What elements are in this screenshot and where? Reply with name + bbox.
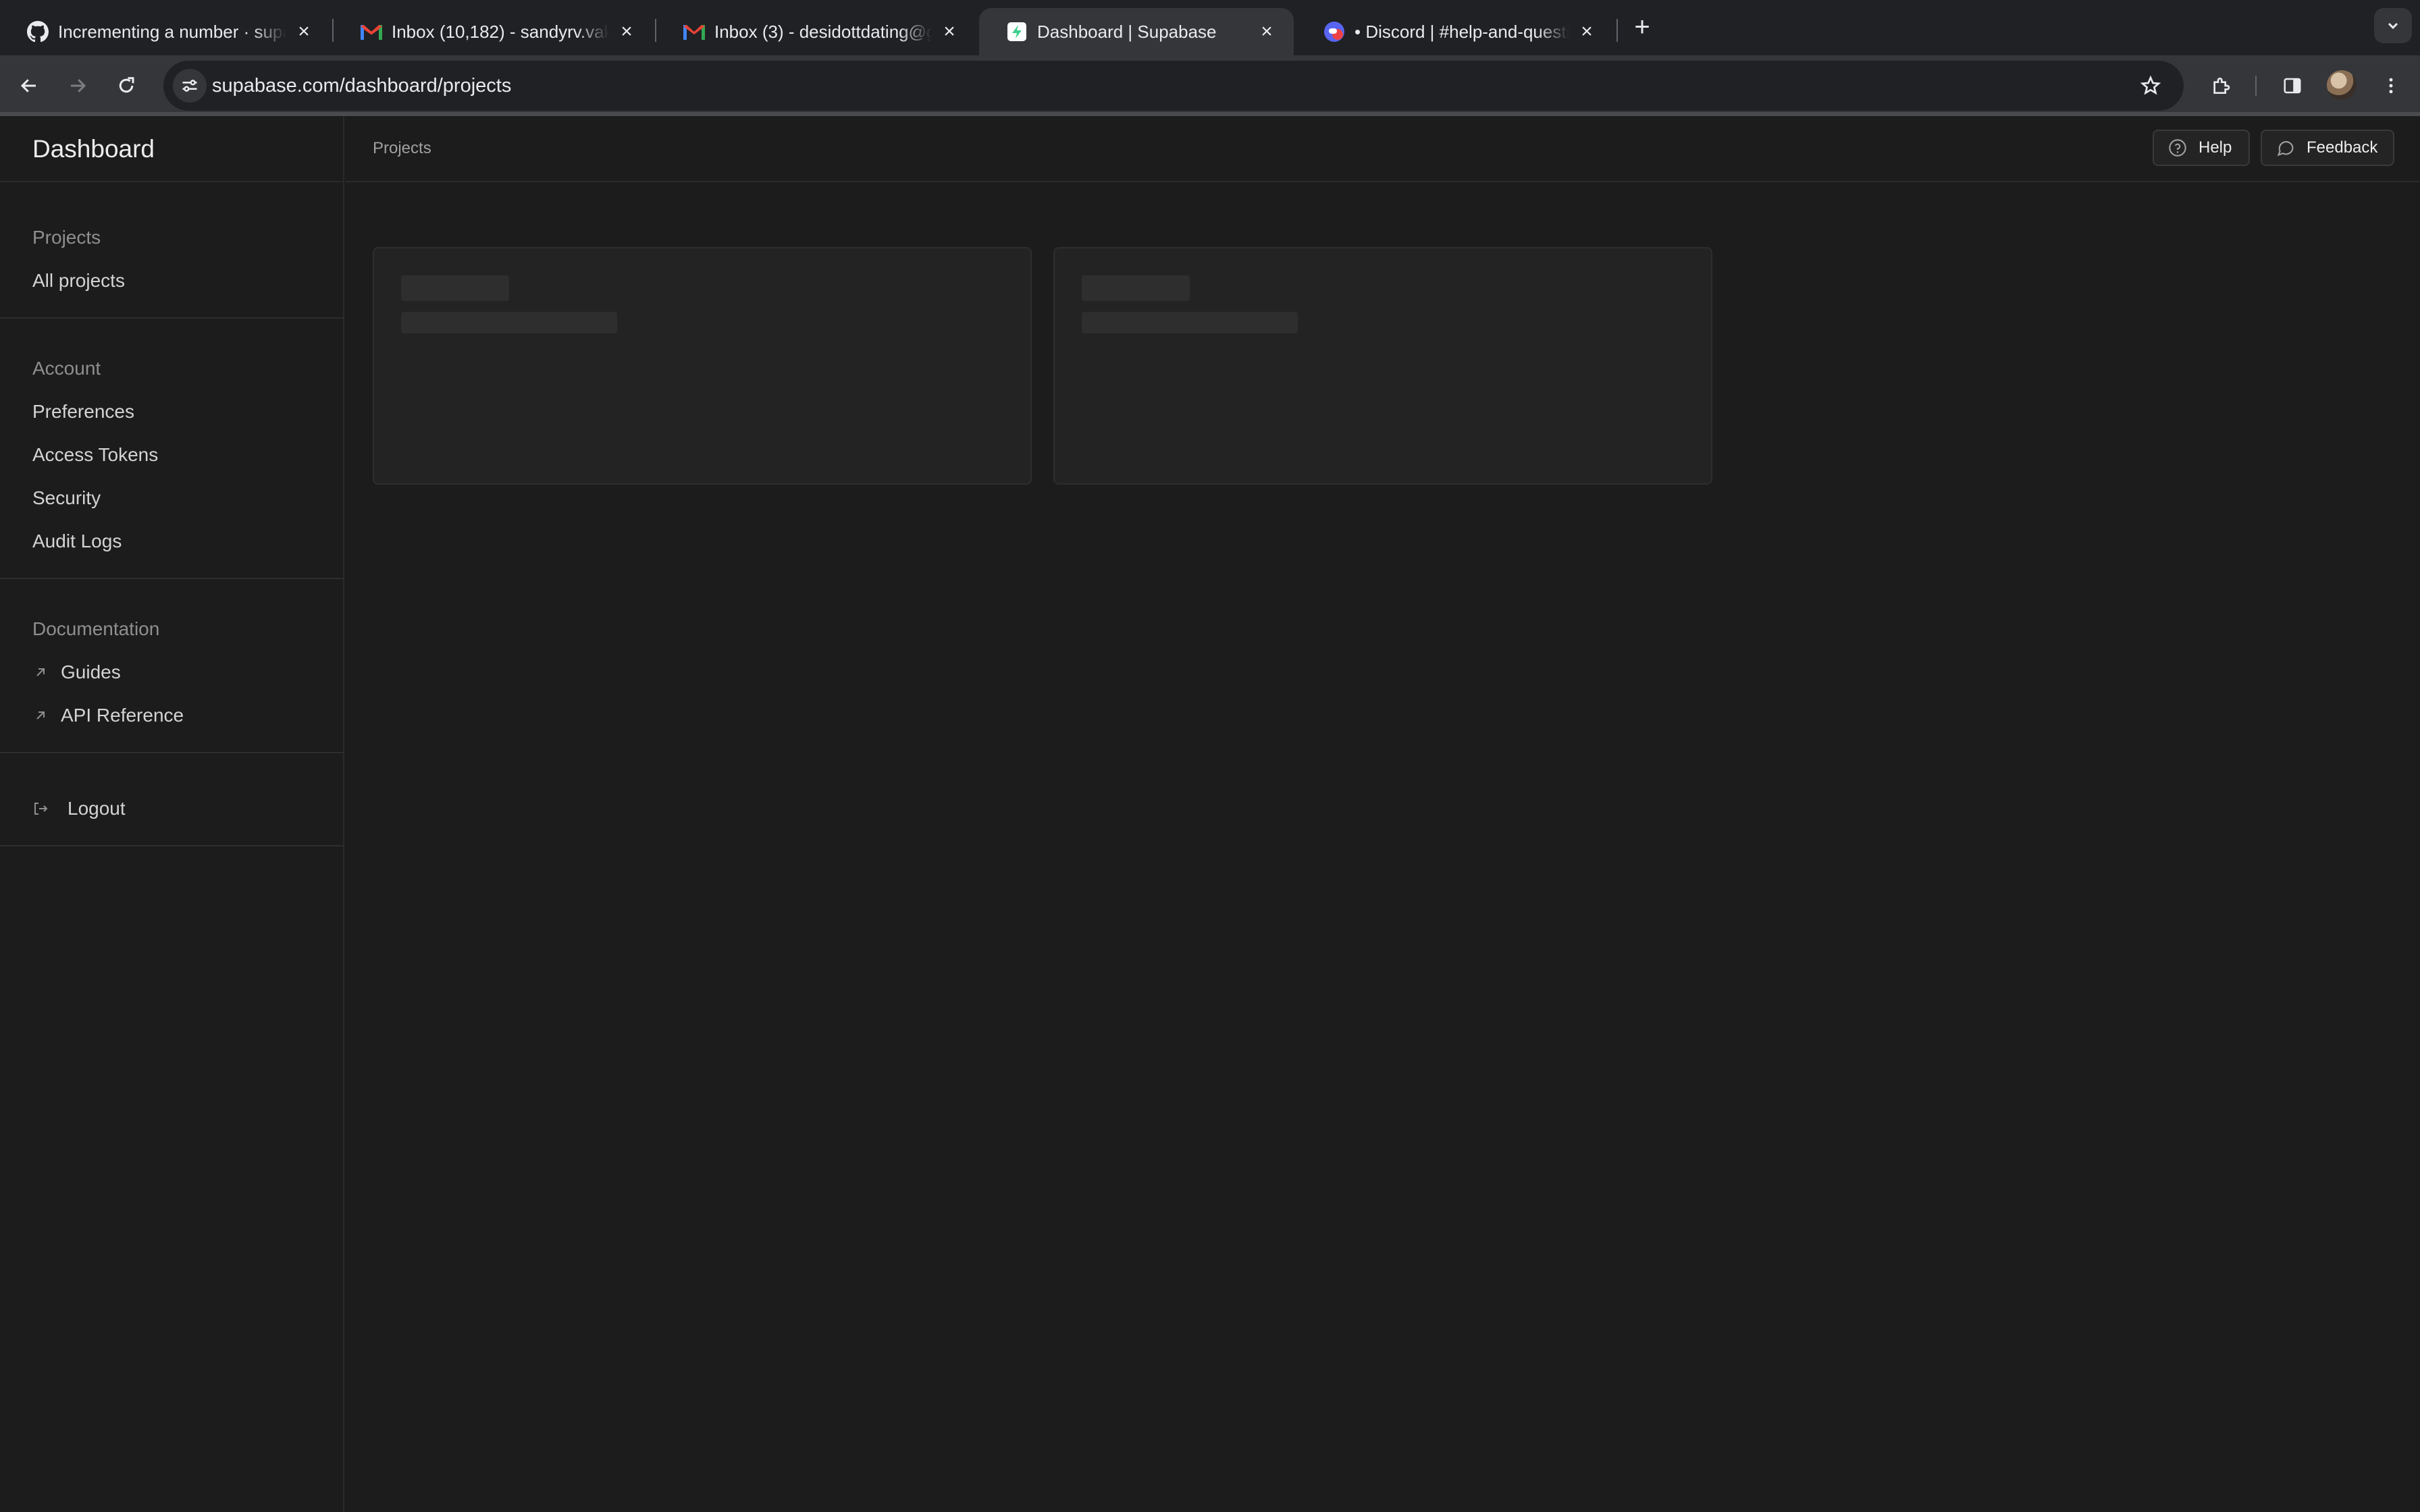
arrow-right-icon xyxy=(71,79,86,92)
sidebar-item-all-projects[interactable]: All projects xyxy=(32,270,125,292)
arrow-left-icon xyxy=(20,79,36,92)
tab-title: • Discord | #help-and-questions xyxy=(1354,21,1569,42)
new-tab-button[interactable]: + xyxy=(1627,12,1657,42)
sidebar-section-title-account: Account xyxy=(32,358,101,379)
extensions-icon[interactable] xyxy=(2204,69,2238,103)
site-settings-icon[interactable] xyxy=(173,69,207,103)
tab-title: Inbox (3) - desidottdating@gmail xyxy=(714,21,932,42)
message-bubble-icon xyxy=(2276,138,2296,158)
close-tab-icon[interactable]: × xyxy=(1256,20,1278,43)
breadcrumb[interactable]: Projects xyxy=(373,139,431,158)
browser-tab-github[interactable]: Incrementing a number · supabase × xyxy=(0,8,331,55)
more-menu-icon[interactable] xyxy=(2374,69,2408,103)
sidebar-item-preferences[interactable]: Preferences xyxy=(32,401,134,423)
browser-tab-discord[interactable]: • Discord | #help-and-questions × xyxy=(1296,8,1614,55)
project-card-skeleton xyxy=(373,247,1032,485)
sidebar-item-label: Guides xyxy=(61,662,121,682)
skeleton-subtitle xyxy=(401,312,617,333)
browser-tab-gmail-1[interactable]: Inbox (10,182) - sandyrv.vakeel × xyxy=(334,8,654,55)
sidebar-divider xyxy=(0,845,344,846)
back-button[interactable] xyxy=(12,69,46,103)
browser-toolbar: supabase.com/dashboard/projects xyxy=(0,55,2420,116)
feedback-label: Feedback xyxy=(2307,138,2378,157)
help-circle-icon xyxy=(2167,138,2188,158)
forward-button[interactable] xyxy=(61,69,95,103)
logout-button[interactable]: Logout xyxy=(32,798,126,819)
discord-icon xyxy=(1323,21,1345,43)
sidebar-item-guides[interactable]: Guides xyxy=(32,662,121,683)
help-button[interactable]: Help xyxy=(2153,130,2250,166)
external-link-icon xyxy=(32,707,49,724)
toolbar-divider xyxy=(2255,76,2257,96)
tab-title: Inbox (10,182) - sandyrv.vakeel xyxy=(392,21,609,42)
logout-label: Logout xyxy=(68,798,126,819)
sidebar-item-security[interactable]: Security xyxy=(32,487,101,509)
supabase-dashboard: Dashboard Projects All projects Projects… xyxy=(0,116,2420,1512)
gmail-icon xyxy=(361,21,382,43)
close-tab-icon[interactable]: × xyxy=(1576,20,1598,43)
skeleton-title xyxy=(401,275,509,301)
bookmark-star-icon[interactable] xyxy=(2134,69,2167,103)
chevron-down-icon xyxy=(2388,22,2398,30)
sidebar-divider xyxy=(0,317,344,319)
browser-tabbar: Incrementing a number · supabase × Inbox… xyxy=(0,0,2420,55)
logout-icon xyxy=(32,801,49,817)
supabase-icon xyxy=(1006,21,1028,43)
sidebar-item-label: API Reference xyxy=(61,705,184,726)
sidebar-divider xyxy=(0,578,344,579)
skeleton-title xyxy=(1082,275,1190,301)
sidebar-item-api-reference[interactable]: API Reference xyxy=(32,705,184,726)
help-label: Help xyxy=(2199,138,2232,157)
github-icon xyxy=(27,21,49,43)
sidebar-section-title-documentation: Documentation xyxy=(32,618,160,639)
project-card-skeleton xyxy=(1053,247,1712,485)
tab-title: Dashboard | Supabase xyxy=(1037,21,1217,42)
close-tab-icon[interactable]: × xyxy=(616,20,637,43)
page-header: Projects Help Feedback xyxy=(346,116,2420,182)
sidebar-divider xyxy=(0,752,344,753)
profile-avatar[interactable] xyxy=(2327,70,2357,100)
address-bar[interactable]: supabase.com/dashboard/projects xyxy=(163,61,2184,111)
url-text[interactable]: supabase.com/dashboard/projects xyxy=(212,61,511,111)
feedback-button[interactable]: Feedback xyxy=(2261,130,2394,166)
close-tab-icon[interactable]: × xyxy=(939,20,960,43)
tab-title: Incrementing a number · supabase xyxy=(58,21,286,42)
tab-divider xyxy=(1616,19,1618,42)
reload-button[interactable] xyxy=(109,69,143,103)
sidebar-item-audit-logs[interactable]: Audit Logs xyxy=(32,531,122,552)
sidebar-content: Projects All projects Account Preference… xyxy=(0,116,344,1512)
browser-tab-supabase[interactable]: Dashboard | Supabase × xyxy=(979,8,1294,55)
skeleton-subtitle xyxy=(1082,312,1298,333)
reload-icon xyxy=(119,77,134,93)
tab-search-button[interactable] xyxy=(2374,8,2412,43)
gmail-icon xyxy=(683,21,705,43)
sidebar-section-title-projects: Projects xyxy=(32,227,101,248)
side-panel-icon[interactable] xyxy=(2276,69,2309,103)
external-link-icon xyxy=(32,664,49,680)
browser-tab-gmail-2[interactable]: Inbox (3) - desidottdating@gmail × xyxy=(656,8,976,55)
close-tab-icon[interactable]: × xyxy=(293,20,315,43)
sidebar-item-access-tokens[interactable]: Access Tokens xyxy=(32,444,158,466)
